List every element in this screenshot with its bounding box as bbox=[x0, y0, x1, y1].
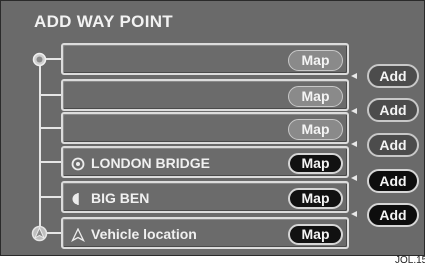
map-button[interactable]: Map bbox=[288, 86, 343, 107]
waypoint-label: Vehicle location bbox=[91, 226, 197, 242]
waypoint-row-big-ben[interactable]: BIG BEN Map bbox=[61, 181, 349, 213]
map-button[interactable]: Map bbox=[288, 224, 343, 245]
insert-pointer-icon bbox=[351, 175, 357, 181]
vehicle-end-icon bbox=[31, 225, 48, 242]
route-tree bbox=[39, 58, 61, 234]
figure-caption: JOL.15 bbox=[395, 255, 425, 266]
insert-pointer-icon bbox=[351, 141, 357, 147]
start-circle-icon bbox=[32, 52, 47, 67]
add-waypoint-button[interactable]: Add bbox=[367, 64, 419, 88]
vehicle-location-icon bbox=[71, 228, 85, 242]
map-button[interactable]: Map bbox=[288, 153, 343, 174]
waypoint-row-london-bridge[interactable]: LONDON BRIDGE Map bbox=[61, 146, 349, 178]
waypoint-half-circle-icon bbox=[72, 193, 79, 205]
navigation-screen: ADD WAY POINT Map Map Map LONDON BRIDGE … bbox=[0, 0, 425, 256]
waypoint-row-vehicle-location[interactable]: Vehicle location Map bbox=[61, 217, 349, 249]
add-waypoint-button[interactable]: Add bbox=[367, 169, 419, 193]
add-waypoint-button[interactable]: Add bbox=[367, 133, 419, 157]
add-waypoint-button[interactable]: Add bbox=[367, 98, 419, 122]
waypoint-row-1[interactable]: Map bbox=[61, 43, 349, 75]
waypoint-row-2[interactable]: Map bbox=[61, 79, 349, 111]
waypoint-label: BIG BEN bbox=[91, 190, 150, 206]
insert-pointer-icon bbox=[351, 211, 357, 217]
map-button[interactable]: Map bbox=[288, 119, 343, 140]
map-button[interactable]: Map bbox=[288, 188, 343, 209]
waypoint-row-3[interactable]: Map bbox=[61, 112, 349, 144]
map-button[interactable]: Map bbox=[288, 50, 343, 71]
waypoint-label: LONDON BRIDGE bbox=[91, 155, 210, 171]
waypoint-circle-icon bbox=[71, 157, 85, 171]
insert-pointer-icon bbox=[351, 73, 357, 79]
add-waypoint-button[interactable]: Add bbox=[367, 203, 419, 227]
insert-pointer-icon bbox=[351, 108, 357, 114]
